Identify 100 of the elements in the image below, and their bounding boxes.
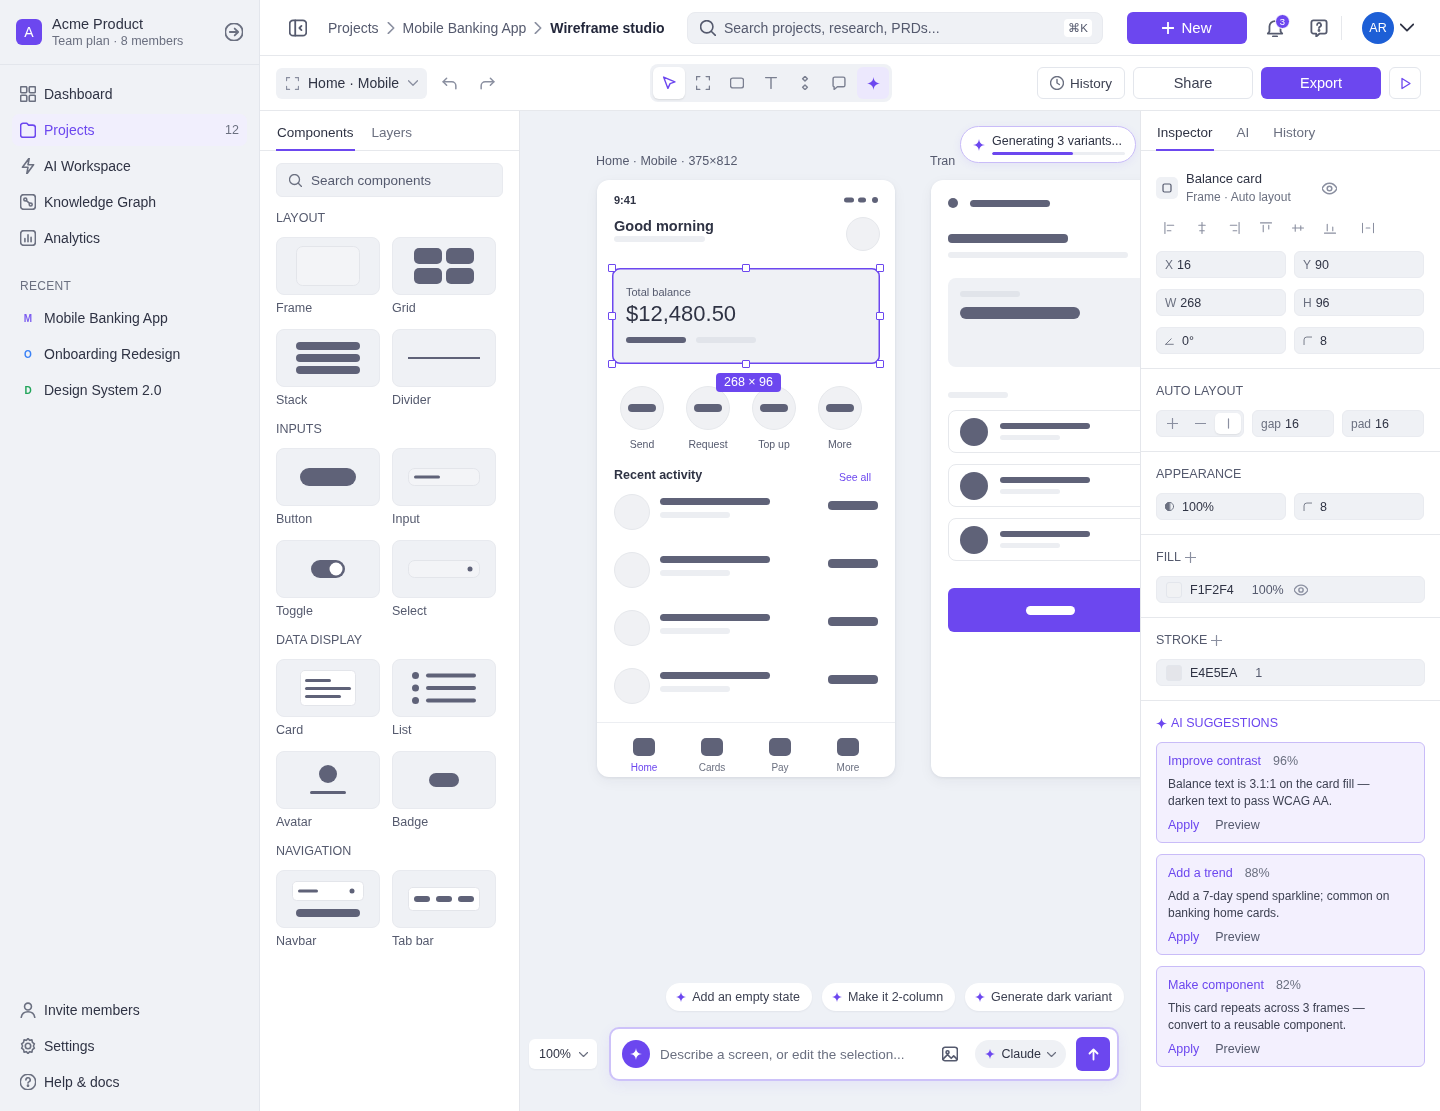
number-field[interactable]: Y 90 <box>1294 251 1424 278</box>
nav-item[interactable]: Dashboard <box>12 78 247 110</box>
component-tile[interactable] <box>392 540 496 598</box>
resize-handle[interactable] <box>876 360 884 368</box>
inspector-tab[interactable]: Inspector <box>1156 111 1214 151</box>
nav-item[interactable]: Help & docs <box>12 1066 247 1098</box>
nav-item[interactable]: Projects 12 <box>12 114 247 146</box>
add-stroke-icon[interactable] <box>1211 634 1223 646</box>
number-field[interactable]: 8 <box>1294 327 1424 354</box>
recent-project[interactable]: M Mobile Banking App <box>12 302 247 334</box>
distribute-icon[interactable] <box>1362 222 1374 234</box>
resize-handle[interactable] <box>608 360 616 368</box>
nav-item[interactable]: Knowledge Graph <box>12 186 247 218</box>
page-selector[interactable]: Home · Mobile <box>276 67 427 99</box>
inspector-tab[interactable]: AI <box>1235 111 1251 151</box>
eye-icon[interactable] <box>1322 180 1337 196</box>
number-field[interactable]: 0° <box>1156 327 1286 354</box>
component-tile[interactable] <box>392 237 496 295</box>
component-tile[interactable] <box>392 751 496 809</box>
number-field[interactable]: W 268 <box>1156 289 1286 316</box>
number-field[interactable]: pad 16 <box>1342 410 1424 437</box>
tab-label[interactable]: Cards <box>698 762 726 774</box>
prompt-input[interactable]: Describe a screen, or edit the selection... <box>660 1046 933 1062</box>
component-tile[interactable] <box>276 540 380 598</box>
preview-button[interactable]: Preview <box>1215 817 1260 833</box>
see-all-link[interactable]: See all <box>838 471 871 483</box>
prompt-bar[interactable]: Describe a screen, or edit the selection... Claude <box>609 1027 1119 1081</box>
stroke-row[interactable]: E4E5EA 1 <box>1156 659 1425 686</box>
suggestion-chip[interactable]: Generate dark variant <box>965 983 1124 1011</box>
component-tile[interactable] <box>392 329 496 387</box>
recent-project[interactable]: O Onboarding Redesign <box>12 338 247 370</box>
component-label: Tab bar <box>392 933 434 950</box>
eye-icon[interactable] <box>1293 582 1308 597</box>
align-center-icon[interactable] <box>1196 222 1208 234</box>
fill-row[interactable]: F1F2F4 100% <box>1156 576 1425 603</box>
history-button[interactable]: History <box>1037 67 1125 99</box>
breadcrumb-link[interactable]: Wireframe studio <box>550 19 665 36</box>
component-tile[interactable] <box>276 870 380 928</box>
tab-label[interactable]: Pay <box>771 762 789 774</box>
number-field[interactable]: H 96 <box>1294 289 1424 316</box>
resize-handle[interactable] <box>876 312 884 320</box>
navbar-preview-icon <box>292 881 364 917</box>
nav-item[interactable]: Analytics <box>12 222 247 254</box>
breadcrumb-link[interactable]: Projects <box>328 19 379 36</box>
resize-handle[interactable] <box>608 312 616 320</box>
panel-tab[interactable]: Layers <box>370 111 414 151</box>
share-button[interactable]: Share <box>1133 67 1253 99</box>
suggestion-chip[interactable]: Make it 2-column <box>821 983 956 1011</box>
component-tile[interactable] <box>276 329 380 387</box>
tab-label[interactable]: More <box>836 762 860 774</box>
search-input[interactable]: Search components <box>311 172 490 188</box>
new-button[interactable]: New <box>1127 11 1247 44</box>
search-input[interactable]: Search projects, research, PRDs... <box>724 19 1057 36</box>
tab-bar-preview-icon <box>408 887 480 911</box>
ai-tool[interactable] <box>857 67 889 99</box>
breadcrumb-link[interactable]: Mobile Banking App <box>402 19 527 36</box>
attach-image-button[interactable] <box>940 1044 961 1064</box>
switch-workspace-icon[interactable] <box>225 23 243 41</box>
number-field[interactable]: gap 16 <box>1252 410 1334 437</box>
component-tile[interactable] <box>392 870 496 928</box>
nav-item[interactable]: AI Workspace <box>12 150 247 182</box>
inspector-tab[interactable]: History <box>1272 111 1317 151</box>
align-middle-icon[interactable] <box>1292 222 1304 234</box>
search-bar[interactable]: Search projects, research, PRDs... ⌘K <box>687 11 1103 44</box>
model-selector[interactable]: Claude <box>975 1040 1066 1068</box>
preview-button[interactable] <box>1389 67 1421 99</box>
component-tile[interactable] <box>276 448 380 506</box>
suggestion-chip[interactable]: Add an empty state <box>666 983 812 1011</box>
resize-handle[interactable] <box>742 360 750 368</box>
component-tile[interactable] <box>276 751 380 809</box>
export-button[interactable]: Export <box>1261 67 1381 99</box>
add-fill-icon[interactable] <box>1185 551 1196 563</box>
resize-handle[interactable] <box>608 264 616 272</box>
send-button[interactable] <box>1076 1037 1110 1071</box>
number-field[interactable]: 100% <box>1156 493 1286 520</box>
user-avatar[interactable]: AR <box>1362 11 1394 44</box>
preview-button[interactable]: Preview <box>1215 1041 1260 1057</box>
component-tile[interactable] <box>392 659 496 717</box>
resize-handle[interactable] <box>876 264 884 272</box>
pointer-tool[interactable] <box>653 67 685 99</box>
apply-button[interactable]: Apply <box>1168 929 1200 945</box>
zoom-dropdown[interactable]: 100% <box>529 1039 597 1069</box>
nav-item[interactable]: Invite members <box>12 994 247 1026</box>
number-field[interactable]: X 16 <box>1156 251 1286 278</box>
chevron-down-icon[interactable] <box>1400 23 1414 32</box>
component-tile[interactable] <box>276 237 380 295</box>
component-tile[interactable] <box>392 448 496 506</box>
component-tile[interactable] <box>276 659 380 717</box>
search-bar[interactable]: Search components <box>276 163 503 197</box>
resize-handle[interactable] <box>742 264 750 272</box>
recent-project[interactable]: D Design System 2.0 <box>12 374 247 406</box>
panel-tab[interactable]: Components <box>276 111 355 151</box>
apply-button[interactable]: Apply <box>1168 1041 1200 1057</box>
number-field[interactable]: 8 <box>1294 493 1424 520</box>
nav-item[interactable]: Settings <box>12 1030 247 1062</box>
apply-button[interactable]: Apply <box>1168 817 1200 833</box>
preview-button[interactable]: Preview <box>1215 929 1260 945</box>
action-label: Request <box>688 437 728 451</box>
notifications-button[interactable]: 3 <box>1261 13 1289 42</box>
tab-label[interactable]: Home <box>630 762 658 774</box>
